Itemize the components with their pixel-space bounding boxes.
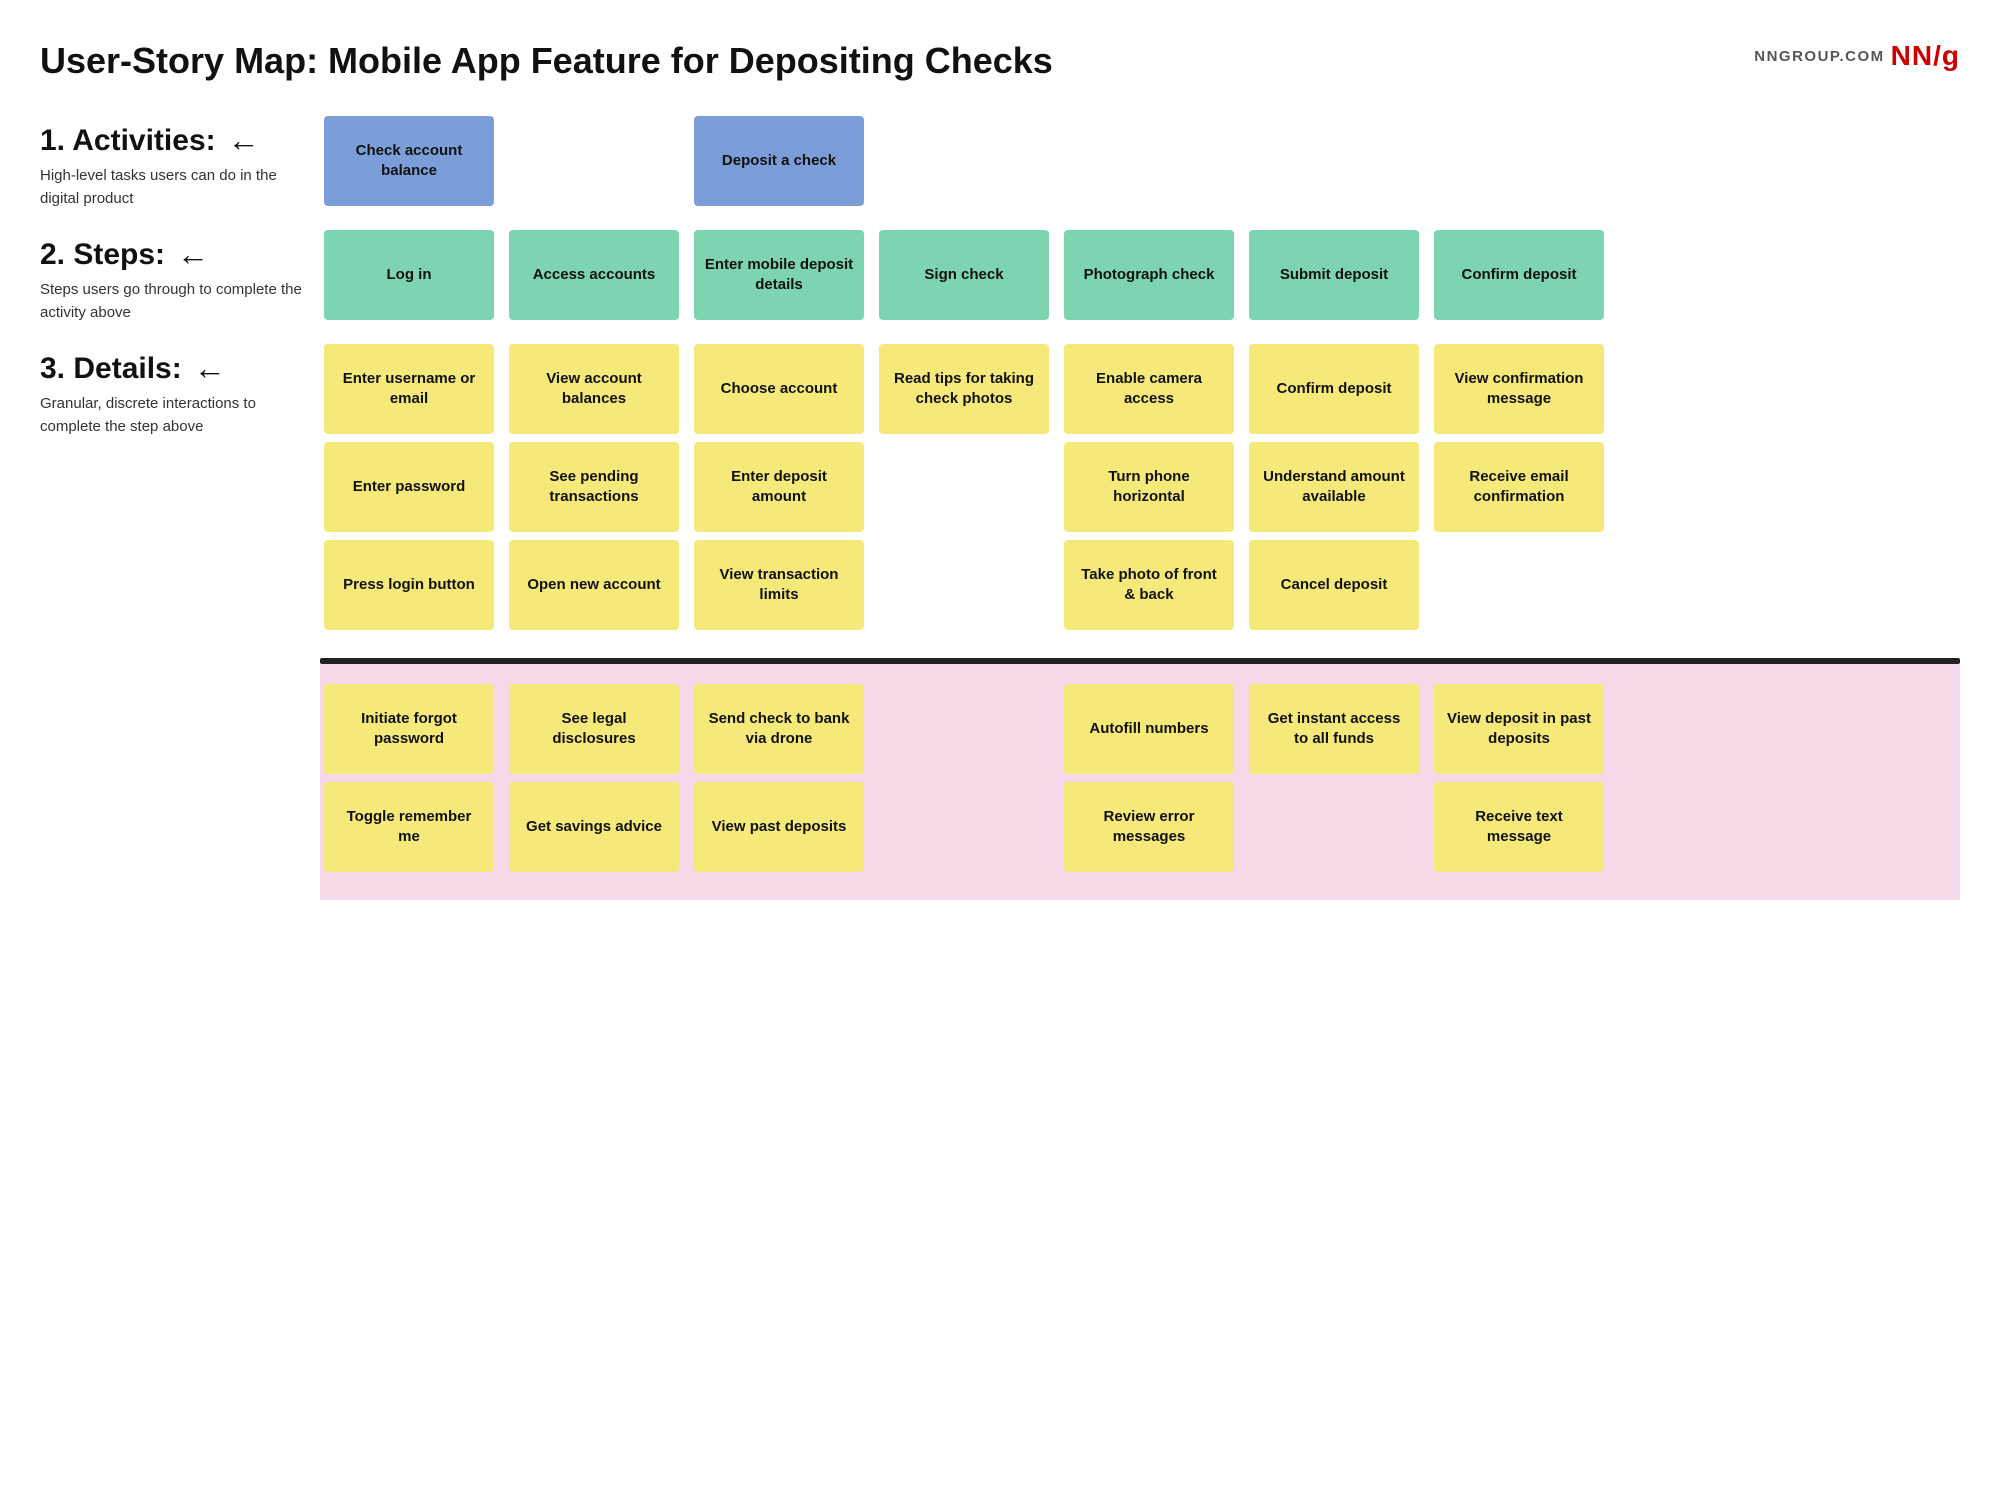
detail-enter-deposit-amount[interactable]: Enter deposit amount <box>694 442 864 532</box>
col-7 <box>1430 112 1615 218</box>
col-4 <box>875 112 1060 218</box>
brand-logo: NN/g <box>1891 40 1960 72</box>
step-submit-deposit[interactable]: Submit deposit <box>1249 230 1419 320</box>
detail-see-pending[interactable]: See pending transactions <box>509 442 679 532</box>
pink-receive-text[interactable]: Receive text message <box>1434 782 1604 872</box>
activities-row: 1. Activities: ← High-level tasks users … <box>40 112 1960 218</box>
pink-get-savings[interactable]: Get savings advice <box>509 782 679 872</box>
detail-press-login[interactable]: Press login button <box>324 540 494 630</box>
detail-col-4: Read tips for taking check photos <box>875 340 1060 642</box>
detail-take-photo[interactable]: Take photo of front & back <box>1064 540 1234 630</box>
pink-autofill[interactable]: Autofill numbers <box>1064 684 1234 774</box>
activity-check-balance[interactable]: Check account balance <box>324 116 494 206</box>
detail-col-2: View account balances See pending transa… <box>505 340 690 642</box>
details-label-area: 3. Details: ← Granular, discrete interac… <box>40 340 320 438</box>
story-map: 1. Activities: ← High-level tasks users … <box>40 112 1960 900</box>
step-confirm-deposit[interactable]: Confirm deposit <box>1434 230 1604 320</box>
detail-col-6: Confirm deposit Understand amount availa… <box>1245 340 1430 642</box>
details-title: 3. Details: ← <box>40 350 310 387</box>
pink-col-3: Send check to bank via drone View past d… <box>690 680 875 884</box>
detail-col-1: Enter username or email Enter password P… <box>320 340 505 642</box>
detail-enter-password[interactable]: Enter password <box>324 442 494 532</box>
activities-cards: Check account balance Deposit a check <box>320 112 1960 218</box>
brand: NNGROUP.COM NN/g <box>1754 40 1960 72</box>
step-access-accounts[interactable]: Access accounts <box>509 230 679 320</box>
pink-view-deposit-past[interactable]: View deposit in past deposits <box>1434 684 1604 774</box>
pink-col-6: Get instant access to all funds <box>1245 680 1430 884</box>
pink-toggle-remember[interactable]: Toggle remember me <box>324 782 494 872</box>
detail-receive-email[interactable]: Receive email confirmation <box>1434 442 1604 532</box>
detail-cancel-deposit[interactable]: Cancel deposit <box>1249 540 1419 630</box>
step-col-2: Access accounts <box>505 226 690 332</box>
pink-col-5: Autofill numbers Review error messages <box>1060 680 1245 884</box>
step-enter-mobile-deposit[interactable]: Enter mobile deposit details <box>694 230 864 320</box>
activities-arrow: ← <box>228 122 260 159</box>
detail-view-balances[interactable]: View account balances <box>509 344 679 434</box>
detail-choose-account[interactable]: Choose account <box>694 344 864 434</box>
detail-open-new-account[interactable]: Open new account <box>509 540 679 630</box>
pink-initiate-forgot[interactable]: Initiate forgot password <box>324 684 494 774</box>
page-title: User-Story Map: Mobile App Feature for D… <box>40 40 1053 82</box>
pink-col-7: View deposit in past deposits Receive te… <box>1430 680 1615 884</box>
activity-deposit-check[interactable]: Deposit a check <box>694 116 864 206</box>
details-cards: Enter username or email Enter password P… <box>320 340 1960 642</box>
step-col-4: Sign check <box>875 226 1060 332</box>
pink-col-4 <box>875 680 1060 884</box>
pink-section: Initiate forgot password Toggle remember… <box>320 664 1960 900</box>
steps-arrow: ← <box>177 236 209 273</box>
detail-col-7: View confirmation message Receive email … <box>1430 340 1615 642</box>
detail-view-transaction-limits[interactable]: View transaction limits <box>694 540 864 630</box>
step-col-6: Submit deposit <box>1245 226 1430 332</box>
pink-col-2: See legal disclosures Get savings advice <box>505 680 690 884</box>
step-sign-check[interactable]: Sign check <box>879 230 1049 320</box>
activities-label-area: 1. Activities: ← High-level tasks users … <box>40 112 320 210</box>
detail-confirm-deposit-d[interactable]: Confirm deposit <box>1249 344 1419 434</box>
steps-label-area: 2. Steps: ← Steps users go through to co… <box>40 226 320 324</box>
detail-read-tips[interactable]: Read tips for taking check photos <box>879 344 1049 434</box>
detail-col-3: Choose account Enter deposit amount View… <box>690 340 875 642</box>
step-col-5: Photograph check <box>1060 226 1245 332</box>
step-login[interactable]: Log in <box>324 230 494 320</box>
steps-title: 2. Steps: ← <box>40 236 310 273</box>
detail-col-5: Enable camera access Turn phone horizont… <box>1060 340 1245 642</box>
detail-view-confirmation[interactable]: View confirmation message <box>1434 344 1604 434</box>
pink-col-1: Initiate forgot password Toggle remember… <box>320 680 505 884</box>
steps-row: 2. Steps: ← Steps users go through to co… <box>40 226 1960 332</box>
activities-desc: High-level tasks users can do in the dig… <box>40 165 310 210</box>
col-5 <box>1060 112 1245 218</box>
detail-understand-amount[interactable]: Understand amount available <box>1249 442 1419 532</box>
col-2 <box>505 112 690 218</box>
pink-review-errors[interactable]: Review error messages <box>1064 782 1234 872</box>
pink-send-check-drone[interactable]: Send check to bank via drone <box>694 684 864 774</box>
step-col-3: Enter mobile deposit details <box>690 226 875 332</box>
step-col-7: Confirm deposit <box>1430 226 1615 332</box>
pink-get-instant-access[interactable]: Get instant access to all funds <box>1249 684 1419 774</box>
step-photograph-check[interactable]: Photograph check <box>1064 230 1234 320</box>
pink-view-past-deposits[interactable]: View past deposits <box>694 782 864 872</box>
step-col-1: Log in <box>320 226 505 332</box>
steps-cards: Log in Access accounts Enter mobile depo… <box>320 226 1960 332</box>
details-row: 3. Details: ← Granular, discrete interac… <box>40 340 1960 642</box>
col-6 <box>1245 112 1430 218</box>
steps-desc: Steps users go through to complete the a… <box>40 279 310 324</box>
activities-title: 1. Activities: ← <box>40 122 310 159</box>
detail-enable-camera[interactable]: Enable camera access <box>1064 344 1234 434</box>
details-desc: Granular, discrete interactions to compl… <box>40 393 310 438</box>
col-3: Deposit a check <box>690 112 875 218</box>
detail-turn-phone[interactable]: Turn phone horizontal <box>1064 442 1234 532</box>
detail-enter-username[interactable]: Enter username or email <box>324 344 494 434</box>
col-1: Check account balance <box>320 112 505 218</box>
brand-url: NNGROUP.COM <box>1754 48 1884 65</box>
details-arrow: ← <box>194 350 226 387</box>
pink-see-legal[interactable]: See legal disclosures <box>509 684 679 774</box>
